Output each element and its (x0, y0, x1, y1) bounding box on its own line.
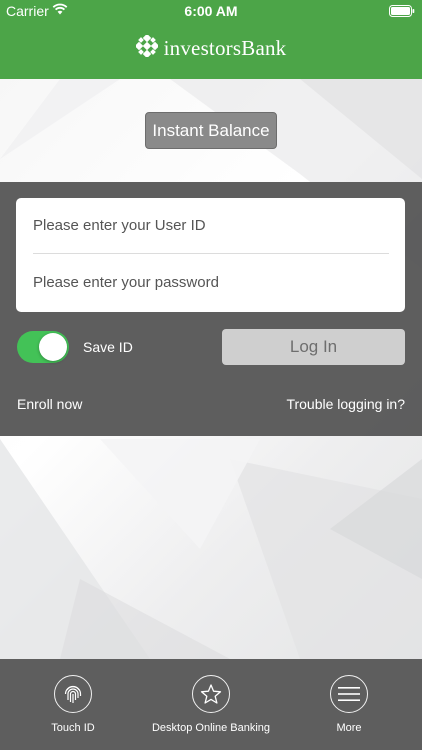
save-id-toggle[interactable] (17, 331, 69, 363)
tab-desktop-online-banking[interactable]: Desktop Online Banking (141, 675, 281, 734)
star-icon (192, 675, 230, 713)
fingerprint-icon (54, 675, 92, 713)
tab-label: More (336, 722, 362, 734)
brand: investorsBank (0, 33, 422, 62)
battery-icon (389, 4, 415, 20)
instant-balance-button[interactable]: Instant Balance (145, 112, 277, 149)
tab-more[interactable]: More (279, 675, 419, 734)
log-in-button[interactable]: Log In (222, 329, 405, 365)
brand-name: investorsBank (163, 36, 287, 60)
trouble-logging-in-link[interactable]: Trouble logging in? (286, 396, 405, 412)
login-panel: Please enter your User ID Please enter y… (0, 182, 422, 436)
save-id-label: Save ID (83, 339, 133, 355)
bottom-tab-bar: Touch ID Desktop Online Banking More (0, 659, 422, 750)
tab-label: Touch ID (51, 722, 95, 734)
menu-icon (330, 675, 368, 713)
tab-label: Desktop Online Banking (151, 722, 270, 734)
investors-bank-logo-icon (134, 33, 159, 62)
clock: 6:00 AM (184, 3, 238, 19)
user-id-field[interactable]: Please enter your User ID (33, 198, 389, 254)
tab-touch-id[interactable]: Touch ID (3, 675, 143, 734)
toggle-knob (39, 333, 67, 361)
app-header: investorsBank (0, 21, 422, 79)
status-bar: Carrier 6:00 AM (0, 0, 422, 21)
enroll-now-link[interactable]: Enroll now (17, 396, 82, 412)
credentials-form: Please enter your User ID Please enter y… (16, 198, 405, 312)
password-field[interactable]: Please enter your password (33, 255, 389, 311)
